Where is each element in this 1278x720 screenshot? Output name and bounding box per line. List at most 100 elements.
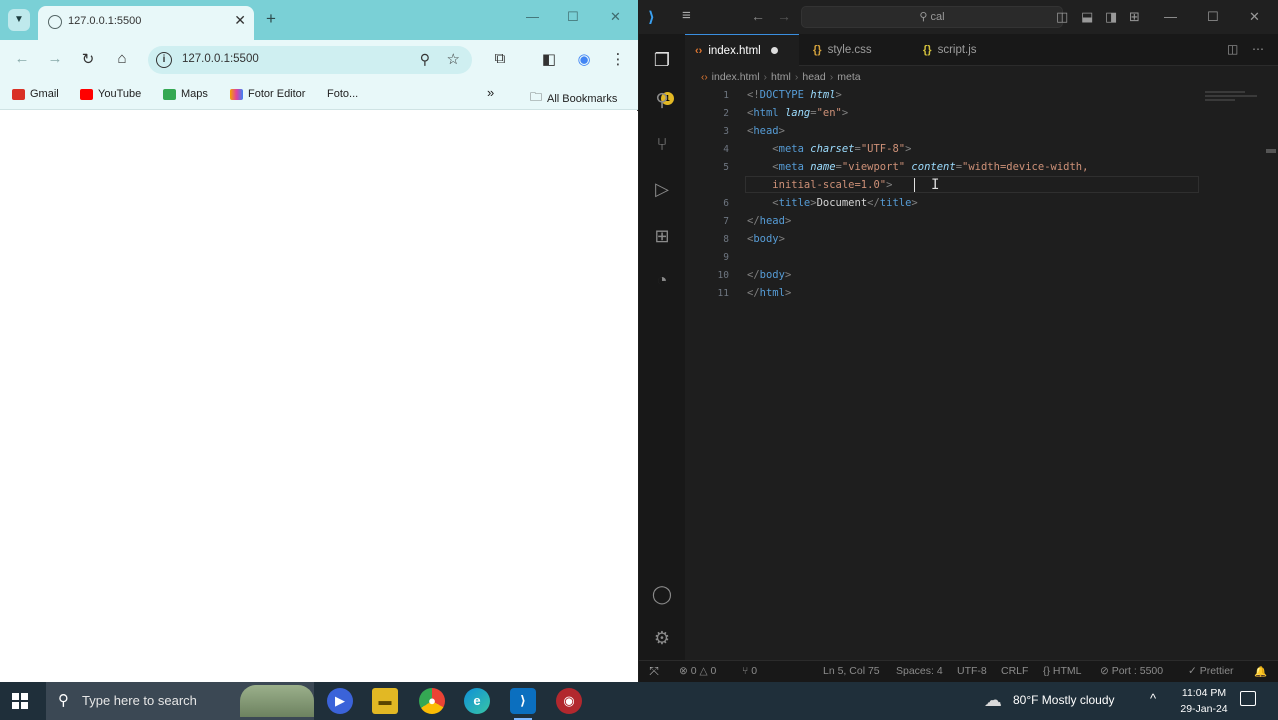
- html-file-icon: ‹›: [695, 44, 703, 57]
- close-tab-icon[interactable]: ✕: [234, 12, 246, 29]
- code-line: <head>: [747, 125, 785, 137]
- bookmark-gmail[interactable]: Gmail: [12, 88, 59, 100]
- mouse-ibeam-icon: I: [931, 177, 940, 193]
- activity-bar: ❐ 1 ⚲ ⑂ ▷ ⊞ ◔ ◯ ⚙: [639, 34, 685, 660]
- settings-gear-icon[interactable]: ⚙: [650, 626, 674, 650]
- tab-script-js[interactable]: {} script.js: [913, 34, 1013, 66]
- bookmark-foto[interactable]: Foto...: [327, 88, 358, 100]
- vscode-taskbar-icon[interactable]: ⟩: [510, 688, 536, 720]
- vscode-close-button[interactable]: ✕: [1249, 9, 1260, 25]
- nav-forward-icon[interactable]: →: [777, 8, 791, 24]
- breadcrumb-head[interactable]: head: [802, 71, 825, 83]
- maximize-button[interactable]: ☐: [567, 9, 579, 25]
- taskbar-app-icon[interactable]: ▶: [327, 688, 353, 714]
- globe-icon: [48, 15, 62, 29]
- unsaved-dot-icon[interactable]: [770, 47, 778, 54]
- zoom-icon[interactable]: ⚲: [420, 51, 430, 68]
- browser-menu-icon[interactable]: ⋮: [608, 50, 628, 68]
- file-explorer-icon[interactable]: ▬: [372, 688, 398, 714]
- minimap[interactable]: [1205, 89, 1265, 109]
- live-server-port[interactable]: ⊘ Port : 5500: [1100, 665, 1163, 677]
- more-actions-icon[interactable]: ⋯: [1252, 42, 1264, 56]
- edge-icon[interactable]: e: [464, 688, 490, 714]
- notification-center-icon[interactable]: [1240, 691, 1256, 706]
- tab-search-button[interactable]: ▼: [8, 9, 30, 31]
- bookmark-fotor-editor[interactable]: Fotor Editor: [230, 88, 305, 100]
- forward-arrow-icon[interactable]: →: [45, 50, 65, 67]
- css-file-icon: {}: [813, 44, 822, 56]
- recorder-app-icon[interactable]: ◉: [556, 688, 582, 714]
- command-center-search[interactable]: ⚲ cal: [801, 6, 1063, 28]
- bookmark-youtube[interactable]: YouTube: [80, 88, 141, 100]
- new-tab-button[interactable]: +: [266, 9, 276, 29]
- address-url: 127.0.0.1:5500: [182, 53, 259, 65]
- code-line: <meta charset="UTF-8">: [772, 143, 912, 155]
- start-button[interactable]: [12, 693, 28, 709]
- breadcrumb-file[interactable]: index.html: [712, 71, 760, 83]
- site-info-icon[interactable]: i: [156, 52, 172, 68]
- notifications-bell-icon[interactable]: 🔔: [1254, 665, 1267, 678]
- breadcrumb: ‹› index.html › html › head › meta: [701, 71, 861, 83]
- weather-cloud-icon[interactable]: ☁: [984, 690, 1002, 711]
- code-editor[interactable]: 1 2 3 4 5 6 7 8 9 10 11 <!DOCTYPE html> <html lang…: [685, 87, 1278, 660]
- line-number: 10: [717, 270, 729, 281]
- windows-taskbar: ⚲ Type here to search ▶ ▬ ● e ⟩ ◉ ☁ 80°F…: [0, 682, 1278, 720]
- clock-date: 29-Jan-24: [1180, 703, 1228, 715]
- code-line: <!DOCTYPE html>: [747, 89, 842, 101]
- cursor-position[interactable]: Ln 5, Col 75: [823, 665, 880, 677]
- taskbar-clock[interactable]: 11:04 PM 29-Jan-24: [1176, 685, 1232, 717]
- chrome-icon[interactable]: ●: [419, 688, 445, 714]
- extensions-view-icon[interactable]: ⊞: [650, 224, 674, 248]
- problems-indicator[interactable]: ⊗ 0 △ 0: [679, 665, 716, 677]
- taskbar-search[interactable]: ⚲ Type here to search: [46, 682, 314, 720]
- search-view-icon[interactable]: ⚲: [650, 88, 674, 112]
- bookmark-star-icon[interactable]: ☆: [447, 50, 460, 68]
- prettier-status[interactable]: ✓ Prettier: [1188, 665, 1234, 677]
- tab-style-css[interactable]: {} style.css: [803, 34, 907, 66]
- explorer-icon[interactable]: ❐: [650, 48, 674, 72]
- toggle-primary-sidebar-icon[interactable]: ◫: [1056, 9, 1068, 25]
- browser-tab[interactable]: 127.0.0.1:5500 ✕: [38, 6, 254, 40]
- toggle-panel-icon[interactable]: ⬓: [1081, 9, 1093, 25]
- toggle-secondary-sidebar-icon[interactable]: ◨: [1105, 9, 1117, 25]
- language-mode[interactable]: {} HTML: [1043, 665, 1082, 677]
- nav-back-icon[interactable]: ←: [751, 8, 765, 24]
- breadcrumb-html[interactable]: html: [771, 71, 791, 83]
- close-window-button[interactable]: ✕: [610, 9, 621, 25]
- reload-icon[interactable]: ↻: [78, 50, 98, 68]
- remote-icon[interactable]: ⤧: [639, 661, 669, 682]
- encoding[interactable]: UTF-8: [957, 665, 987, 677]
- home-icon[interactable]: ⌂: [112, 50, 132, 67]
- customize-layout-icon[interactable]: ⊞: [1129, 9, 1140, 25]
- vscode-minimize-button[interactable]: —: [1164, 9, 1177, 24]
- search-icon: ⚲: [58, 692, 69, 709]
- extensions-icon[interactable]: ⧉: [490, 50, 510, 67]
- tab-index-html[interactable]: ‹› index.html: [685, 34, 799, 66]
- vscode-window: ⟩ ≡ ← → ⚲ cal ◫ ⬓ ◨ ⊞ — ☐ ✕ ❐ 1 ⚲ ⑂ ▷ ⊞ …: [639, 0, 1278, 682]
- source-control-icon[interactable]: ⑂: [650, 132, 674, 156]
- minimize-button[interactable]: —: [526, 9, 539, 24]
- all-bookmarks-button[interactable]: 🗀 All Bookmarks: [530, 88, 617, 109]
- editor-scrollbar[interactable]: [1266, 149, 1276, 153]
- weather-text[interactable]: 80°F Mostly cloudy: [1013, 693, 1115, 707]
- indentation[interactable]: Spaces: 4: [896, 665, 943, 677]
- bookmark-maps[interactable]: Maps: [163, 88, 208, 100]
- git-graph-icon[interactable]: ◔: [650, 268, 674, 292]
- end-of-line[interactable]: CRLF: [1001, 665, 1028, 677]
- address-bar[interactable]: i 127.0.0.1:5500 ⚲ ☆: [148, 46, 472, 74]
- menu-hamburger-icon[interactable]: ≡: [682, 7, 691, 24]
- profile-avatar-icon[interactable]: ◉: [574, 50, 594, 68]
- back-arrow-icon[interactable]: ←: [12, 50, 32, 67]
- search-icon: ⚲: [919, 11, 931, 23]
- breadcrumb-meta[interactable]: meta: [837, 71, 860, 83]
- split-editor-icon[interactable]: ◫: [1227, 42, 1238, 56]
- folder-icon: 🗀: [530, 90, 543, 104]
- vscode-maximize-button[interactable]: ☐: [1207, 9, 1219, 25]
- status-bar: ⤧ ⊗ 0 △ 0 ⑂ 0 Ln 5, Col 75 Spaces: 4 UTF…: [639, 660, 1278, 682]
- side-panel-icon[interactable]: ◧: [539, 50, 559, 68]
- more-bookmarks-chevron-icon[interactable]: »: [487, 85, 494, 100]
- accounts-icon[interactable]: ◯: [650, 582, 674, 606]
- ports-indicator[interactable]: ⑂ 0: [742, 665, 757, 677]
- run-debug-icon[interactable]: ▷: [650, 177, 674, 201]
- show-hidden-icons-chevron-icon[interactable]: ^: [1150, 691, 1156, 706]
